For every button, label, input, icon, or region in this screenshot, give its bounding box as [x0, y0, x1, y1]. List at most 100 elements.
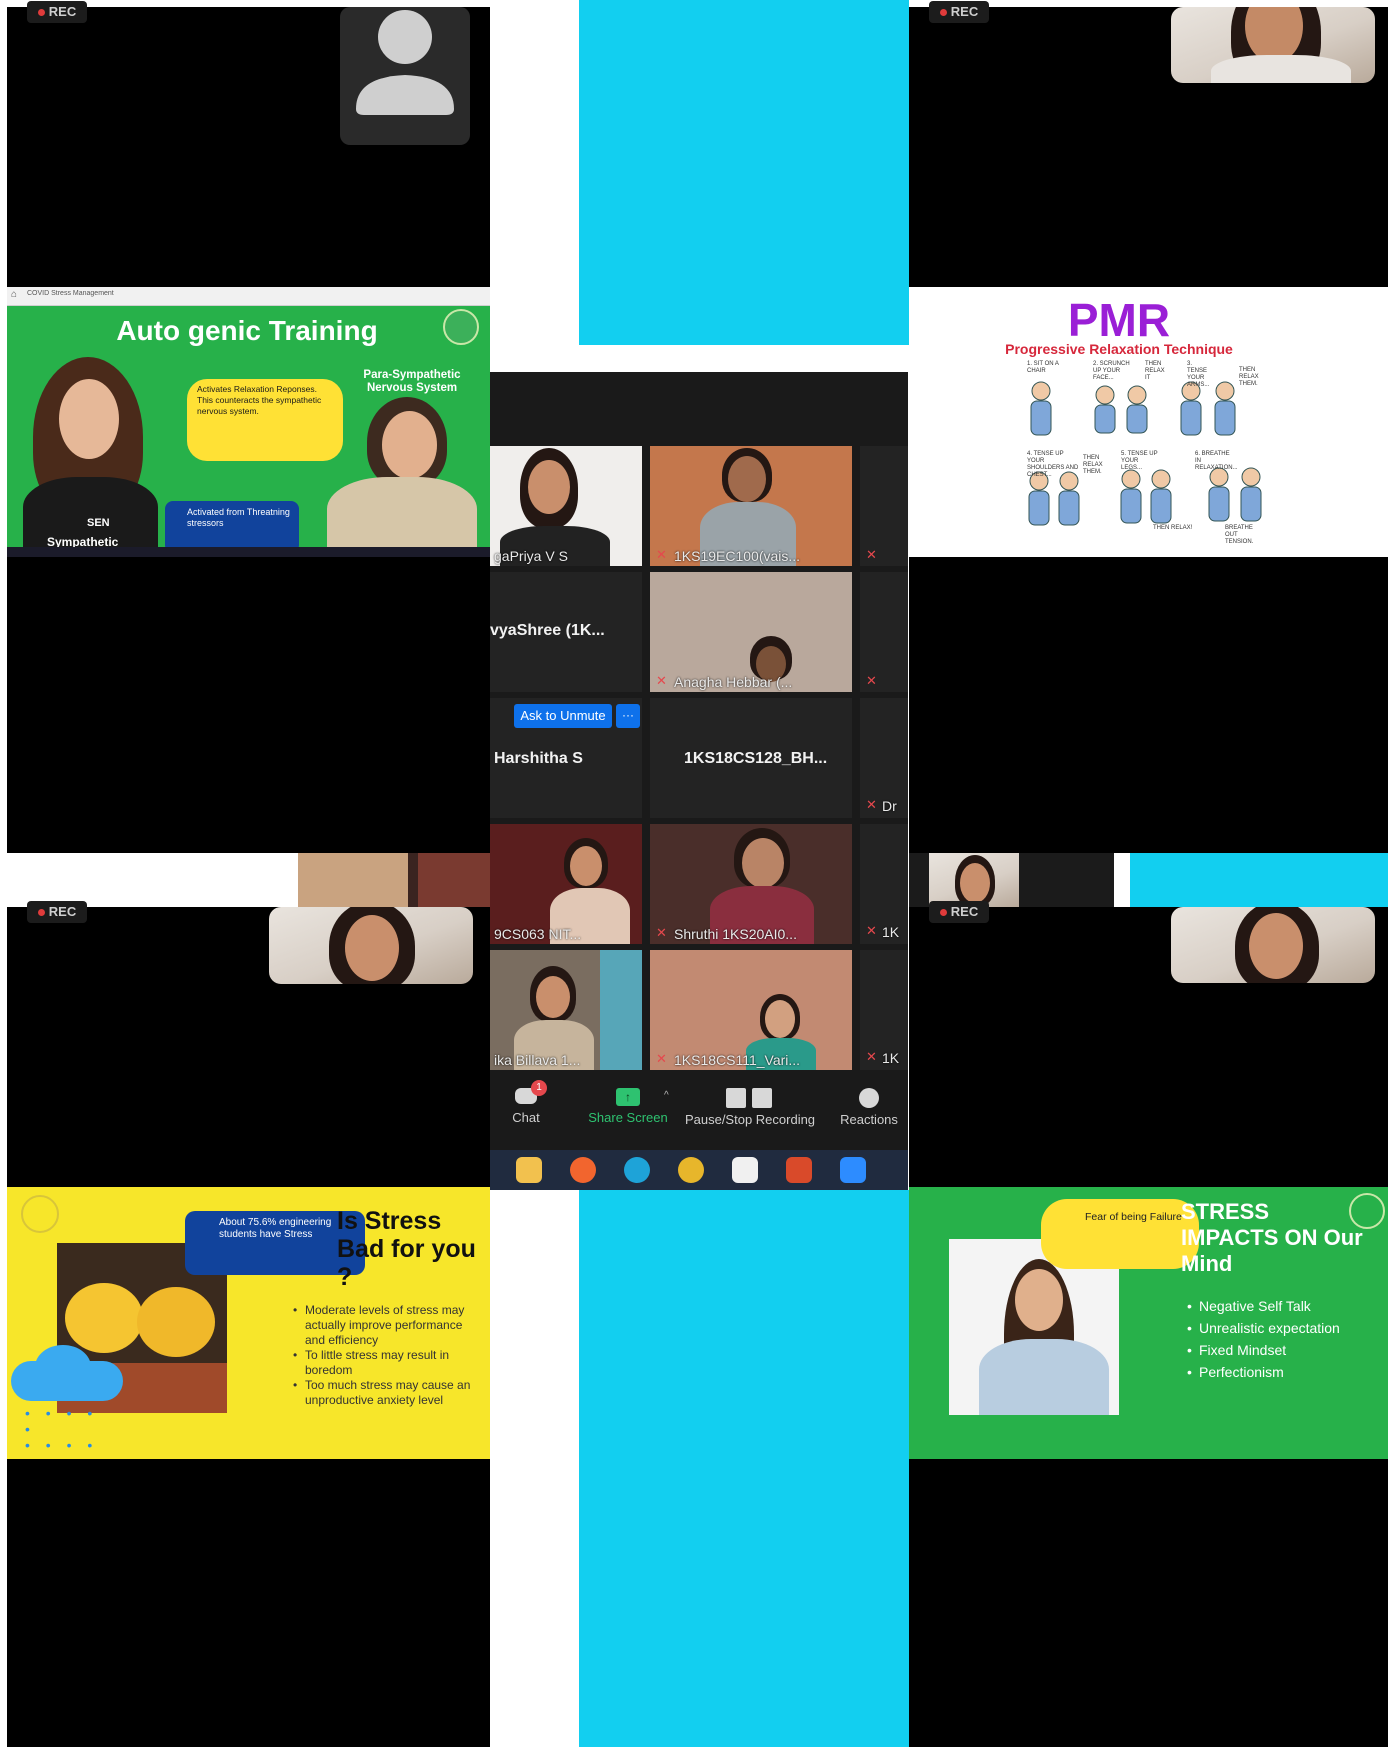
- cyan-block-right-strip: [1130, 853, 1388, 907]
- participant-tile-partial[interactable]: ✕ 1K: [860, 950, 908, 1070]
- powerpoint-icon[interactable]: [786, 1157, 812, 1183]
- mic-muted-icon: ✕: [656, 925, 667, 940]
- pmr-step-4b: THEN RELAX THEM.: [1083, 455, 1103, 475]
- pmr-step-5b: THEN RELAX!: [1153, 525, 1193, 531]
- logo-icon: [21, 1195, 59, 1233]
- participant-avatar-tile: [340, 7, 470, 145]
- home-icon[interactable]: ⌂: [11, 289, 17, 300]
- bullet-list: Moderate levels of stress may actually i…: [293, 1303, 485, 1408]
- participant-tile[interactable]: Anagha Hebbar (... ✕: [650, 572, 852, 692]
- speech-bubble: Fear of being Failure: [1041, 1199, 1199, 1269]
- mic-muted-icon: ✕: [866, 923, 877, 938]
- slide-title: Auto genic Training: [116, 315, 378, 346]
- mic-muted-icon: ✕: [866, 797, 877, 812]
- participant-tile[interactable]: Ask to Unmute ··· Harshitha S: [490, 698, 642, 818]
- participant-tile[interactable]: vyaShree (1K...: [490, 572, 642, 692]
- participant-tile[interactable]: gaPriya V S: [490, 446, 642, 566]
- cyan-block-top: [579, 0, 909, 345]
- list-item: To little stress may result in boredom: [293, 1348, 485, 1378]
- chevron-up-icon[interactable]: ^: [664, 1090, 669, 1101]
- zoom-gallery-view: gaPriya V S 1KS19EC100(vais... ✕ ✕ vyaSh…: [490, 372, 908, 1190]
- bullet-list: Negative Self Talk Unrealistic expectati…: [1187, 1295, 1377, 1383]
- list-item: Negative Self Talk: [1187, 1295, 1377, 1317]
- store-icon[interactable]: [732, 1157, 758, 1183]
- pmr-step-3b: THEN RELAX THEM.: [1239, 367, 1259, 387]
- participant-tile[interactable]: 1KS18CS128_BH...: [650, 698, 852, 818]
- list-item: Moderate levels of stress may actually i…: [293, 1303, 485, 1348]
- rec-badge: REC: [27, 1, 87, 23]
- participant-tile-partial[interactable]: ✕ Dr: [860, 698, 908, 818]
- list-item: Too much stress may cause an unproductiv…: [293, 1378, 485, 1408]
- participant-tile[interactable]: 9CS063 NIT...: [490, 824, 642, 944]
- windows-taskbar: [490, 1150, 908, 1190]
- file-explorer-icon[interactable]: [516, 1157, 542, 1183]
- video-panel-bottom-left-lower: [7, 1459, 490, 1747]
- participant-tile[interactable]: Shruthi 1KS20AI0... ✕: [650, 824, 852, 944]
- record-dot-icon: [37, 9, 45, 17]
- browser-bar: ⌂ COVID Stress Management: [7, 287, 490, 306]
- excited-woman-image: [307, 397, 477, 557]
- participant-tile-partial[interactable]: ✕: [860, 572, 908, 692]
- mic-muted-icon: ✕: [866, 1049, 877, 1064]
- slide-stress-impacts: Fear of being Failure STRESS IMPACTS ON …: [909, 1187, 1388, 1459]
- camera-peek-left: [298, 853, 490, 907]
- rec-badge: REC: [27, 901, 87, 923]
- pause-stop-recording-button[interactable]: Pause/Stop Recording: [680, 1088, 820, 1127]
- logo-icon: [443, 309, 479, 345]
- rec-badge: REC: [929, 901, 989, 923]
- participant-tile-partial[interactable]: ✕ 1K: [860, 824, 908, 944]
- windows-taskbar: [7, 547, 490, 557]
- pmr-subtitle: Progressive Relaxation Technique: [1005, 341, 1233, 357]
- participant-tile[interactable]: 1KS19EC100(vais... ✕: [650, 446, 852, 566]
- video-panel-right-lower: [909, 557, 1388, 853]
- speaker-camera: [1171, 907, 1375, 983]
- participant-tile[interactable]: ika Billava 1...: [490, 950, 642, 1070]
- list-item: Perfectionism: [1187, 1361, 1377, 1383]
- slide-pmr: PMR Progressive Relaxation Technique 1. …: [909, 287, 1388, 557]
- list-item: Fixed Mindset: [1187, 1339, 1377, 1361]
- meeting-controls-bar: 1 Chat ↑ Share Screen ^ Pause/Stop Recor…: [490, 1076, 908, 1150]
- list-item: Unrealistic expectation: [1187, 1317, 1377, 1339]
- chat-button[interactable]: 1 Chat: [506, 1080, 547, 1125]
- slide-autogenic-training: ⌂ COVID Stress Management Auto genic Tra…: [7, 287, 490, 557]
- video-panel-left-lower: [7, 557, 490, 853]
- frowning-woman-image: SEN: [23, 357, 163, 552]
- ask-unmute-button[interactable]: Ask to Unmute: [514, 704, 612, 728]
- zoom-icon[interactable]: [840, 1157, 866, 1183]
- smiley-plus-icon: [859, 1088, 879, 1108]
- more-options-button[interactable]: ···: [616, 704, 640, 728]
- participant-tile[interactable]: 1KS18CS111_Vari... ✕: [650, 950, 852, 1070]
- slide-is-stress-bad: • • • • • • • • • About 75.6% engineering…: [7, 1187, 490, 1459]
- threat-box: Activated from Threatning stressors: [165, 501, 299, 553]
- video-panel-top-left: REC: [7, 1, 490, 287]
- participant-tile-partial[interactable]: ✕: [860, 446, 908, 566]
- video-panel-bottom-right: REC: [909, 901, 1388, 1187]
- chrome-icon[interactable]: [678, 1157, 704, 1183]
- pmr-step-2: 2. SCRUNCH UP YOUR FACE...: [1093, 361, 1130, 381]
- pmr-step-1: 1. SIT ON A CHAIR: [1027, 361, 1059, 374]
- share-screen-icon: ↑: [616, 1088, 640, 1106]
- rec-badge: REC: [929, 1, 989, 23]
- share-screen-button[interactable]: ↑ Share Screen: [586, 1088, 670, 1125]
- pmr-step-4: 4. TENSE UP YOUR SHOULDERS AND CHEST...: [1027, 451, 1079, 478]
- edge-icon[interactable]: [624, 1157, 650, 1183]
- pmr-step-3: 3. TENSE YOUR ARMS...: [1187, 361, 1210, 388]
- reactions-button[interactable]: Reactions: [836, 1088, 902, 1127]
- sad-cloud-icon: [11, 1341, 123, 1401]
- pmr-step-5: 5. TENSE UP YOUR LEGS...: [1121, 451, 1158, 471]
- speaker-camera: [269, 907, 473, 984]
- speaker-camera: [1171, 7, 1375, 83]
- pmr-step-6b: BREATHE OUT TENSION.: [1225, 525, 1254, 545]
- cyan-block-bottom: [579, 1190, 909, 1747]
- video-panel-top-right: REC: [909, 1, 1388, 287]
- pause-stop-icon: [726, 1088, 774, 1108]
- firefox-icon[interactable]: [570, 1157, 596, 1183]
- pmr-step-6: 6. BREATHE IN RELAXATION...: [1195, 451, 1238, 471]
- pmr-step-2b: THEN RELAX IT: [1145, 361, 1165, 381]
- mic-muted-icon: ✕: [866, 673, 877, 688]
- mic-muted-icon: ✕: [656, 547, 667, 562]
- chat-notification-badge: 1: [531, 1080, 547, 1096]
- video-panel-bottom-left: REC: [7, 901, 490, 1187]
- browser-tab[interactable]: COVID Stress Management: [27, 290, 114, 297]
- rain-drops-icon: • • • • • • • • •: [25, 1405, 99, 1453]
